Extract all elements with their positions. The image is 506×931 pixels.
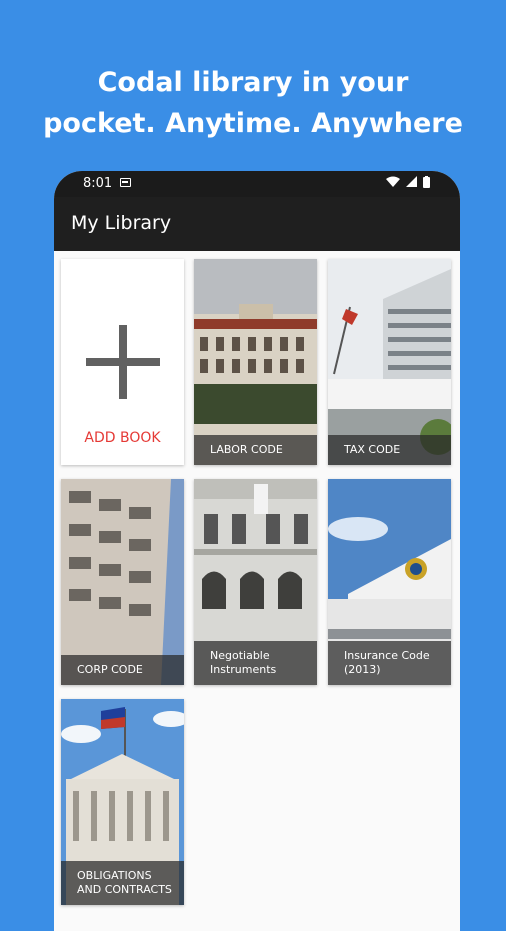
sim-card-icon <box>120 178 131 187</box>
library-grid: ADD BOOK LABOR CODE TAX CODE CORP CODE N… <box>54 251 460 931</box>
book-card-insurance-code[interactable]: Insurance Code (2013) <box>328 479 451 685</box>
plus-icon <box>86 325 160 399</box>
headline-line-1: Codal library in your <box>97 67 409 98</box>
wifi-icon <box>385 176 400 187</box>
book-title: Negotiable Instruments <box>194 641 317 685</box>
page-title: My Library <box>71 212 172 234</box>
headline-line-2: pocket. Anytime. Anywhere <box>43 108 463 139</box>
add-book-button[interactable]: ADD BOOK <box>61 259 184 465</box>
status-bar: 8:01 <box>54 171 460 197</box>
book-card-obligations-and-contracts[interactable]: OBLIGATIONS AND CONTRACTS <box>61 699 184 905</box>
book-title: Insurance Code (2013) <box>328 641 451 685</box>
phone-frame: 8:01 My Library ADD BOOK LABOR CODE TAX … <box>54 171 460 931</box>
book-title: OBLIGATIONS AND CONTRACTS <box>61 861 184 905</box>
book-card-tax-code[interactable]: TAX CODE <box>328 259 451 465</box>
status-icons <box>384 176 430 191</box>
book-card-corp-code[interactable]: CORP CODE <box>61 479 184 685</box>
battery-icon <box>423 176 430 188</box>
status-time: 8:01 <box>83 176 113 191</box>
signal-icon <box>405 176 417 187</box>
add-book-label: ADD BOOK <box>84 430 161 446</box>
book-title: CORP CODE <box>61 655 184 685</box>
book-title: TAX CODE <box>328 435 451 465</box>
app-bar: My Library <box>54 197 460 251</box>
book-card-negotiable-instruments[interactable]: Negotiable Instruments <box>194 479 317 685</box>
promo-headline: Codal library in your pocket. Anytime. A… <box>0 62 506 144</box>
book-title: LABOR CODE <box>194 435 317 465</box>
book-card-labor-code[interactable]: LABOR CODE <box>194 259 317 465</box>
